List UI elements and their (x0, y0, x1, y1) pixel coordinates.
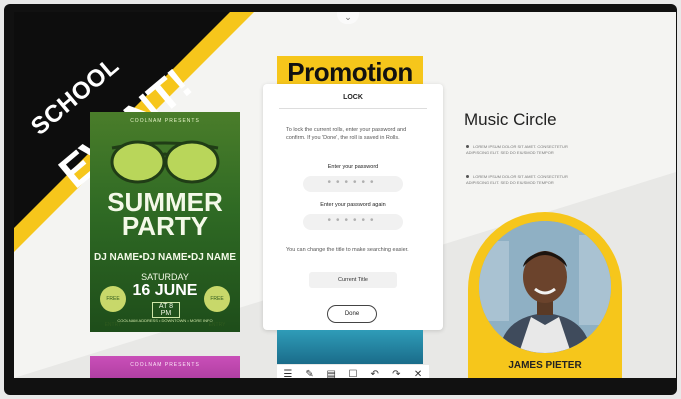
pink-poster[interactable]: COOLNAM PRESENTS (90, 356, 240, 378)
poster-day: SATURDAY (141, 272, 189, 282)
music-bullet-1: LOREM IPSUM DOLOR SIT AMET. CONSECTETUR … (466, 144, 586, 156)
pen-icon[interactable]: ✎ (303, 369, 317, 379)
lock-dialog: LOCK To lock the current rolls, enter yo… (263, 84, 443, 330)
whiteboard-screen: ⌄ SCHOOL EVENT! COOLNAM PRESENTS SUMMER … (14, 12, 676, 378)
poster-time: AT 8 PM (152, 302, 180, 318)
password-again-label: Enter your password again (320, 202, 386, 208)
done-button[interactable]: Done (327, 305, 377, 323)
dialog-divider (279, 108, 427, 109)
password-again-input[interactable]: •••••• (303, 214, 403, 230)
bullet-dot-icon (466, 145, 469, 149)
poster-title-party: PARTY (121, 211, 209, 241)
close-icon[interactable]: ✕ (411, 369, 425, 379)
person-illustration (479, 221, 611, 353)
display-bezel: ⌄ SCHOOL EVENT! COOLNAM PRESENTS SUMMER … (4, 4, 677, 395)
poster-presents: COOLNAM PRESENTS (130, 118, 200, 124)
password-label: Enter your password (327, 164, 379, 170)
poster-badge-left: FREE ENTRY (100, 286, 126, 328)
select-icon[interactable]: ☐ (346, 369, 360, 379)
page-icon[interactable]: ▤ (324, 369, 338, 379)
profile-photo (479, 221, 611, 353)
password-input[interactable]: •••••• (303, 176, 403, 192)
poster-dj-names: DJ NAME•DJ NAME•DJ NAME (93, 252, 237, 263)
music-circle-title: Music Circle (464, 110, 557, 129)
poster-badge-right: FREE ENTRY (204, 286, 230, 328)
menu-icon[interactable]: ☰ (281, 369, 295, 379)
bullet-dot-icon (466, 175, 469, 179)
edit-toolbar: ☰ ✎ ▤ ☐ ↶ ↷ ✕ (277, 365, 429, 378)
poster-footer: COOLNAM ADDRESS • DOWNTOWN • MORE INFO (117, 318, 213, 323)
pink-poster-presents: COOLNAM PRESENTS (130, 362, 200, 368)
current-title-field[interactable]: Current Title (309, 272, 397, 288)
blue-poster-thumbnail[interactable] (277, 330, 423, 364)
music-bullet-2-text: LOREM IPSUM DOLOR SIT AMET. CONSECTETUR … (466, 174, 568, 185)
music-bullet-2: LOREM IPSUM DOLOR SIT AMET. CONSECTETUR … (466, 174, 586, 186)
sunglasses-illustration (110, 140, 220, 184)
summer-party-poster[interactable]: COOLNAM PRESENTS SUMMER PARTY DJ NAME•DJ… (90, 112, 240, 332)
profile-card[interactable]: JAMES PIETER (468, 212, 622, 378)
profile-name: JAMES PIETER (508, 360, 582, 371)
redo-icon[interactable]: ↷ (389, 369, 403, 379)
dialog-description: To lock the current rolls, enter your pa… (286, 127, 407, 141)
dialog-title: LOCK (343, 94, 363, 101)
music-bullet-1-text: LOREM IPSUM DOLOR SIT AMET. CONSECTETUR … (466, 144, 568, 155)
dialog-hint: You can change the title to make searchi… (286, 247, 409, 253)
undo-icon[interactable]: ↶ (368, 369, 382, 379)
